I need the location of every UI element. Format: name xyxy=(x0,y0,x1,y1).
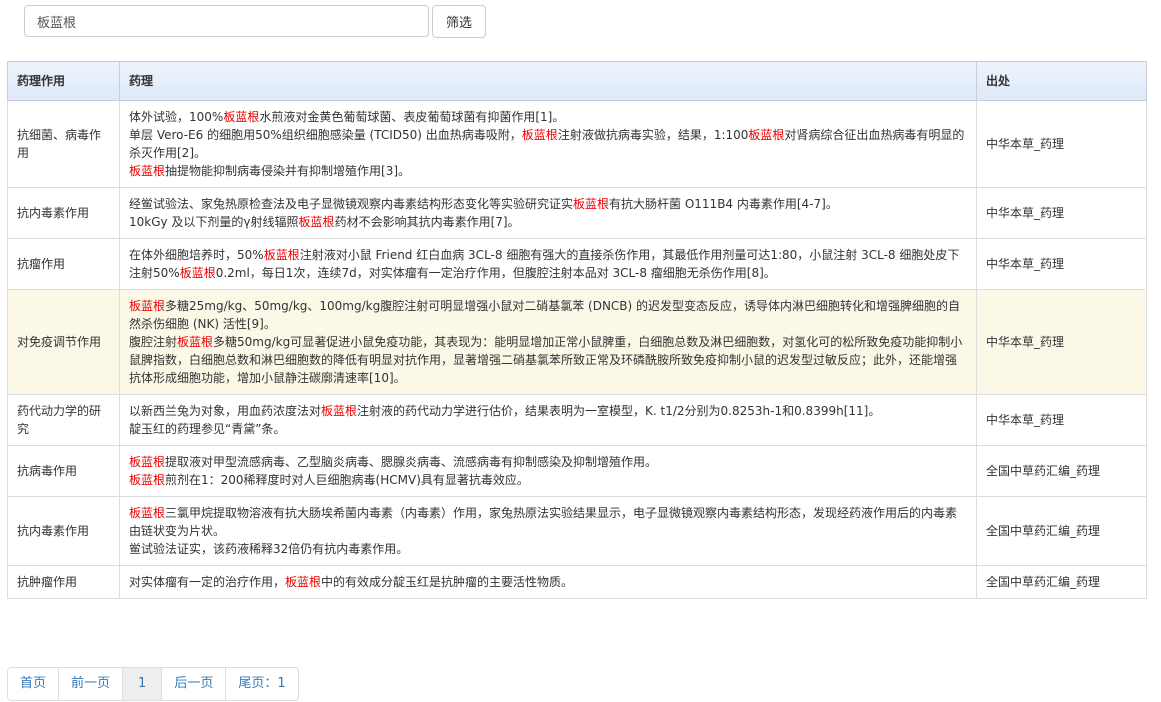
pagination: 首页 前一页 1 后一页 尾页：1 xyxy=(7,667,299,701)
effect-cell: 抗细菌、病毒作用 xyxy=(7,100,120,188)
pharmacology-cell: 板蓝根多糖25mg/kg、50mg/kg、100mg/kg腹腔注射可明显增强小鼠… xyxy=(119,289,977,395)
source-cell: 全国中草药汇编_药理 xyxy=(976,496,1147,566)
keyword-highlight: 板蓝根 xyxy=(129,506,166,520)
pharmacology-paragraph: 板蓝根抽提物能抑制病毒侵染并有抑制增殖作用[3]。 xyxy=(129,164,411,178)
pharmacology-paragraph: 对实体瘤有一定的治疗作用，板蓝根中的有效成分靛玉红是抗肿瘤的主要活性物质。 xyxy=(129,575,574,589)
effect-cell: 抗内毒素作用 xyxy=(7,187,120,239)
source-cell: 中华本草_药理 xyxy=(976,238,1147,290)
pharmacology-cell: 板蓝根三氯甲烷提取物溶液有抗大肠埃希菌内毒素（内毒素）作用，家兔热原法实验结果显… xyxy=(119,496,977,566)
source-cell: 中华本草_药理 xyxy=(976,100,1147,188)
table-row: 抗内毒素作用 经鲎试验法、家兔热原检查法及电子显微镜观察内毒素结构形态变化等实验研… xyxy=(7,187,1147,239)
source-cell: 中华本草_药理 xyxy=(976,187,1147,239)
pharmacology-paragraph: 板蓝根提取液对甲型流感病毒、乙型脑炎病毒、腮腺炎病毒、流感病毒有抑制感染及抑制增… xyxy=(129,455,658,469)
pharmacology-paragraph: 经鲎试验法、家兔热原检查法及电子显微镜观察内毒素结构形态变化等实验研究证实板蓝根… xyxy=(129,197,838,211)
keyword-highlight: 板蓝根 xyxy=(129,299,166,313)
keyword-highlight: 板蓝根 xyxy=(129,164,166,178)
pharmacology-paragraph: 靛玉红的药理参见“青黛”条。 xyxy=(129,422,286,436)
pharmacology-cell: 板蓝根提取液对甲型流感病毒、乙型脑炎病毒、腮腺炎病毒、流感病毒有抑制感染及抑制增… xyxy=(119,445,977,497)
effect-cell: 抗病毒作用 xyxy=(7,445,120,497)
first-page-button[interactable]: 首页 xyxy=(8,668,58,700)
source-cell: 中华本草_药理 xyxy=(976,394,1147,446)
header-pharmacology: 药理 xyxy=(119,61,977,101)
next-page-button[interactable]: 后一页 xyxy=(161,668,225,700)
table-row: 抗瘤作用 在体外细胞培养时，50%板蓝根注射液对小鼠 Friend 红白血病 3C… xyxy=(7,238,1147,290)
pharmacology-paragraph: 腹腔注射板蓝根多糖50mg/kg可显著促进小鼠免疫功能，其表现为：能明显增加正常… xyxy=(129,335,963,385)
table-row: 对免疫调节作用 板蓝根多糖25mg/kg、50mg/kg、100mg/kg腹腔注射… xyxy=(7,289,1147,395)
effect-cell: 药代动力学的研究 xyxy=(7,394,120,446)
source-cell: 中华本草_药理 xyxy=(976,289,1147,395)
pharmacology-cell: 体外试验，100%板蓝根水煎液对金黄色葡萄球菌、表皮葡萄球菌有抑菌作用[1]。单… xyxy=(119,100,977,188)
source-cell: 全国中草药汇编_药理 xyxy=(976,445,1147,497)
pharmacology-cell: 经鲎试验法、家兔热原检查法及电子显微镜观察内毒素结构形态变化等实验研究证实板蓝根… xyxy=(119,187,977,239)
filter-button[interactable]: 筛选 xyxy=(432,5,486,38)
search-input[interactable] xyxy=(24,5,429,37)
effect-cell: 对免疫调节作用 xyxy=(7,289,120,395)
keyword-highlight: 板蓝根 xyxy=(179,266,216,280)
pharmacology-paragraph: 单层 Vero-E6 的细胞用50%组织细胞感染量 (TCID50) 出血热病毒… xyxy=(129,128,965,160)
table-header-row: 药理作用 药理 出处 xyxy=(7,61,1147,101)
pharmacology-paragraph: 体外试验，100%板蓝根水煎液对金黄色葡萄球菌、表皮葡萄球菌有抑菌作用[1]。 xyxy=(129,110,565,124)
effect-cell: 抗内毒素作用 xyxy=(7,496,120,566)
keyword-highlight: 板蓝根 xyxy=(298,215,335,229)
table-row: 抗肿瘤作用 对实体瘤有一定的治疗作用，板蓝根中的有效成分靛玉红是抗肿瘤的主要活性物… xyxy=(7,565,1147,599)
last-page-button[interactable]: 尾页：1 xyxy=(225,668,297,700)
pharmacology-table: 药理作用 药理 出处 抗细菌、病毒作用 体外试验，100%板蓝根水煎液对金黄色葡萄… xyxy=(7,61,1147,599)
keyword-highlight: 板蓝根 xyxy=(177,335,214,349)
keyword-highlight: 板蓝根 xyxy=(285,575,322,589)
table-row: 抗内毒素作用 板蓝根三氯甲烷提取物溶液有抗大肠埃希菌内毒素（内毒素）作用，家兔热原… xyxy=(7,496,1147,566)
pharmacology-paragraph: 板蓝根多糖25mg/kg、50mg/kg、100mg/kg腹腔注射可明显增强小鼠… xyxy=(129,299,961,331)
keyword-highlight: 板蓝根 xyxy=(223,110,260,124)
pharmacology-paragraph: 10kGy 及以下剂量的γ射线辐照板蓝根药材不会影响其抗内毒素作用[7]。 xyxy=(129,215,520,229)
table-row: 抗病毒作用 板蓝根提取液对甲型流感病毒、乙型脑炎病毒、腮腺炎病毒、流感病毒有抑制感… xyxy=(7,445,1147,497)
effect-cell: 抗瘤作用 xyxy=(7,238,120,290)
table-row: 抗细菌、病毒作用 体外试验，100%板蓝根水煎液对金黄色葡萄球菌、表皮葡萄球菌有抑… xyxy=(7,100,1147,188)
pharmacology-paragraph: 鲎试验法证实，该药液稀释32倍仍有抗内毒素作用。 xyxy=(129,542,409,556)
pharmacology-cell: 对实体瘤有一定的治疗作用，板蓝根中的有效成分靛玉红是抗肿瘤的主要活性物质。 xyxy=(119,565,977,599)
keyword-highlight: 板蓝根 xyxy=(129,455,166,469)
keyword-highlight: 板蓝根 xyxy=(321,404,358,418)
keyword-highlight: 板蓝根 xyxy=(573,197,610,211)
header-effect: 药理作用 xyxy=(7,61,120,101)
pharmacology-paragraph: 板蓝根煎剂在1：200稀释度时对人巨细胞病毒(HCMV)具有显著抗毒效应。 xyxy=(129,473,529,487)
effect-cell: 抗肿瘤作用 xyxy=(7,565,120,599)
prev-page-button[interactable]: 前一页 xyxy=(58,668,122,700)
header-source: 出处 xyxy=(976,61,1147,101)
pharmacology-cell: 在体外细胞培养时，50%板蓝根注射液对小鼠 Friend 红白血病 3CL-8 … xyxy=(119,238,977,290)
current-page-button[interactable]: 1 xyxy=(122,668,162,700)
pharmacology-cell: 以新西兰兔为对象，用血药浓度法对板蓝根注射液的药代动力学进行估价，结果表明为一室… xyxy=(119,394,977,446)
keyword-highlight: 板蓝根 xyxy=(748,128,785,142)
pharmacology-paragraph: 板蓝根三氯甲烷提取物溶液有抗大肠埃希菌内毒素（内毒素）作用，家兔热原法实验结果显… xyxy=(129,506,958,538)
pharmacology-paragraph: 以新西兰兔为对象，用血药浓度法对板蓝根注射液的药代动力学进行估价，结果表明为一室… xyxy=(129,404,881,418)
keyword-highlight: 板蓝根 xyxy=(129,473,166,487)
source-cell: 全国中草药汇编_药理 xyxy=(976,565,1147,599)
table-row: 药代动力学的研究 以新西兰兔为对象，用血药浓度法对板蓝根注射液的药代动力学进行估价… xyxy=(7,394,1147,446)
keyword-highlight: 板蓝根 xyxy=(521,128,558,142)
keyword-highlight: 板蓝根 xyxy=(263,248,300,262)
pharmacology-paragraph: 在体外细胞培养时，50%板蓝根注射液对小鼠 Friend 红白血病 3CL-8 … xyxy=(129,248,960,280)
